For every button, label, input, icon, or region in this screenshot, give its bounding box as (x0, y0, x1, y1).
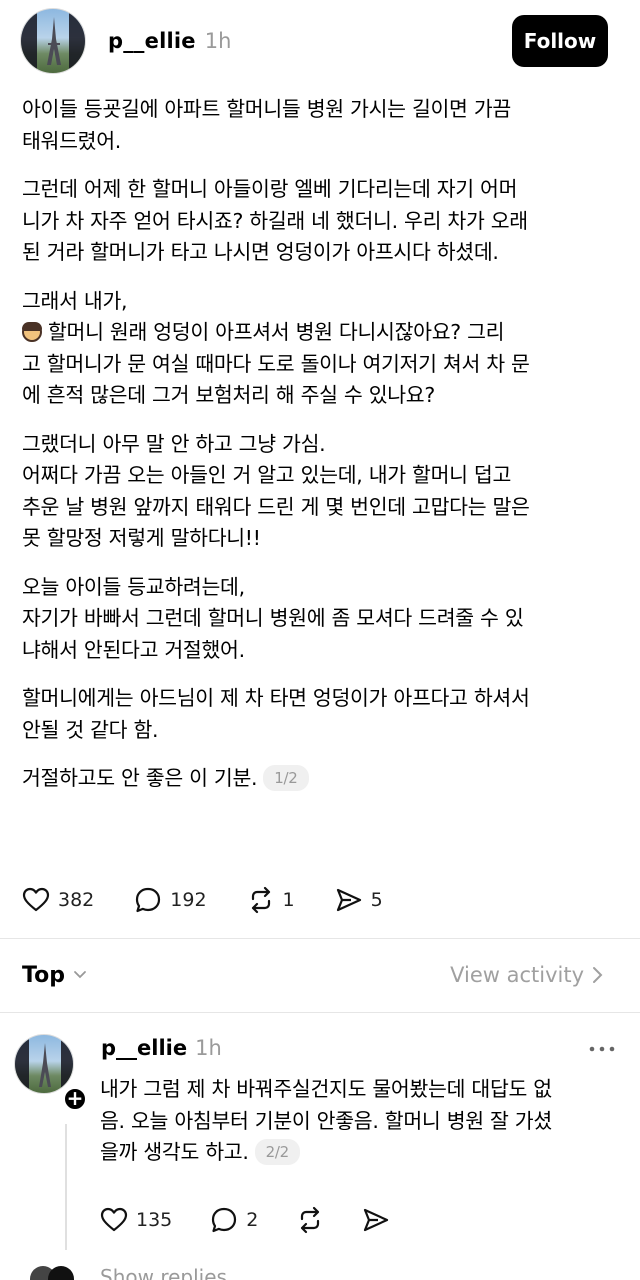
repost-count: 1 (282, 889, 295, 911)
reply-actions: 135 2 (100, 1200, 428, 1240)
post-line: 안될 것 같다 함. (22, 717, 159, 742)
post-actions: 382 192 1 5 (22, 880, 423, 920)
reply-line-last: 을까 생각도 하고. 2/2 (100, 1137, 620, 1169)
repost-button[interactable]: 1 (247, 886, 295, 914)
post-line: 에 흔적 많은데 그거 보험처리 해 주실 수 있나요? (22, 383, 435, 407)
thread-page: p__ellie 1h Follow 아이들 등굣길에 아파트 할머니들 병원 … (0, 0, 640, 1280)
reply-avatars (14, 1262, 74, 1280)
post-line: 못 할망정 저렇게 말하다니!! (22, 526, 261, 550)
post-username[interactable]: p__ellie (108, 29, 196, 53)
post-line-with-emoji: 할머니 원래 엉덩이 아프셔서 병원 다니시잖아요? 그리 (22, 317, 597, 349)
post-line: 그랬더니 아무 말 안 하고 그냥 가심. (22, 431, 326, 456)
chevron-down-icon[interactable] (73, 968, 87, 982)
post-line: 니가 차 자주 얻어 타시죠? 하길래 네 했더니. 우리 차가 오래 (22, 208, 528, 233)
follow-plus-icon[interactable]: + (62, 1086, 88, 1112)
post-line: 오늘 아이들 등교하려는데, (22, 574, 245, 599)
reply-body: 내가 그럼 제 차 바꿔주실건지도 물어봤는데 대답도 없 음. 오늘 아침부터… (100, 1074, 620, 1169)
reply-avatar[interactable] (14, 1034, 74, 1094)
repost-icon (251, 886, 270, 914)
comment-bubble-icon (212, 1207, 237, 1233)
post-line: 추운 날 병원 앞까지 태워다 드린 게 몇 번인데 고맙다는 말은 (22, 494, 530, 519)
reply-comment-button[interactable]: 2 (210, 1206, 258, 1234)
repost-icon (301, 1206, 320, 1234)
heart-icon (22, 887, 50, 912)
share-button[interactable]: 5 (335, 886, 383, 914)
like-count: 382 (58, 889, 95, 911)
post-paragraph: 그래서 내가, 할머니 원래 엉덩이 아프셔서 병원 다니시잖아요? 그리 고 … (22, 286, 597, 412)
post-line: 냐해서 안된다고 거절했어. (22, 637, 245, 662)
show-replies-link[interactable]: Show replies (100, 1265, 227, 1280)
follow-button[interactable]: Follow (512, 15, 608, 67)
post-line: 어쩌다 가끔 오는 아들인 거 알고 있는데, 내가 할머니 덥고 (22, 463, 512, 487)
like-button[interactable]: 382 (22, 886, 94, 914)
reply-repost-button[interactable] (296, 1206, 324, 1234)
eiffel-tower-image (47, 17, 61, 65)
reply-time: 1h (195, 1036, 222, 1060)
view-activity-link[interactable]: View activity (450, 963, 604, 987)
post-line: 할머니 원래 엉덩이 아프셔서 병원 다니시잖아요? 그리 (48, 320, 505, 344)
post-paragraph: 오늘 아이들 등교하려는데, 자기가 바빠서 그런데 할머니 병원에 좀 모셔다… (22, 572, 597, 667)
divider (0, 1012, 640, 1013)
comment-button[interactable]: 192 (134, 886, 207, 914)
reply-line: 내가 그럼 제 차 바꿔주실건지도 물어봤는데 대답도 없 (100, 1077, 552, 1101)
mini-avatar (48, 1266, 74, 1280)
post-line: 된 거라 할머니가 타고 나시면 엉덩이가 아프시다 하셨데. (22, 240, 499, 264)
post-line: 거절하고도 안 좋은 이 기분. (22, 766, 258, 790)
post-body: 아이들 등굣길에 아파트 할머니들 병원 가시는 길이면 가끔 태워드렸어. 그… (22, 94, 597, 812)
reply-username[interactable]: p__ellie (101, 1036, 187, 1060)
reply-header: p__ellie 1h (101, 1036, 222, 1060)
reply-like-button[interactable]: 135 (100, 1206, 172, 1234)
page-badge: 2/2 (254, 1139, 300, 1165)
send-icon (364, 1208, 389, 1232)
sort-dropdown[interactable]: Top (22, 963, 65, 988)
heart-icon (100, 1207, 128, 1232)
post-paragraph: 그런데 어제 한 할머니 아들이랑 엘베 기다리는데 자기 어머 니가 차 자주… (22, 174, 597, 269)
sort-bar: Top View activity (22, 954, 604, 996)
more-dots-icon[interactable] (588, 1044, 616, 1054)
post-line-last: 거절하고도 안 좋은 이 기분. 1/2 (22, 763, 597, 795)
post-line: 그래서 내가, (22, 288, 128, 313)
reply-line: 을까 생각도 하고. (100, 1140, 249, 1164)
reply-comment-count: 2 (246, 1209, 259, 1231)
post-line: 고 할머니가 문 여실 때마다 도로 돌이나 여기저기 쳐서 차 문 (22, 351, 530, 376)
comment-count: 192 (170, 889, 207, 911)
post-line: 그런데 어제 한 할머니 아들이랑 엘베 기다리는데 자기 어머 (22, 177, 518, 201)
chevron-right-icon (593, 967, 603, 983)
post-line: 태워드렸어. (22, 128, 122, 153)
post-line: 할머니에게는 아드님이 제 차 타면 엉덩이가 아프다고 하셔서 (22, 686, 530, 710)
post-paragraph: 할머니에게는 아드님이 제 차 타면 엉덩이가 아프다고 하셔서 안될 것 같다… (22, 683, 597, 746)
post-time: 1h (204, 29, 232, 53)
avatar[interactable] (20, 8, 86, 74)
page-badge: 1/2 (263, 765, 309, 791)
eiffel-tower-image (15, 1035, 73, 1093)
woman-emoji-icon (22, 322, 42, 342)
post-header: p__ellie 1h Follow (20, 8, 608, 74)
reply-line: 음. 오늘 아침부터 기분이 안좋음. 할머니 병원 잘 가셨 (100, 1108, 552, 1133)
post-line: 아이들 등굣길에 아파트 할머니들 병원 가시는 길이면 가끔 (22, 97, 511, 121)
post-line: 자기가 바빠서 그런데 할머니 병원에 좀 모셔다 드려줄 수 있 (22, 606, 524, 630)
show-replies-row[interactable]: Show replies (14, 1262, 227, 1280)
send-icon (336, 888, 361, 912)
reply-like-count: 135 (136, 1209, 173, 1231)
reply-share-button[interactable] (362, 1206, 390, 1234)
share-count: 5 (370, 889, 383, 911)
post-paragraph: 거절하고도 안 좋은 이 기분. 1/2 (22, 763, 597, 795)
thread-line (65, 1124, 67, 1250)
post-paragraph: 아이들 등굣길에 아파트 할머니들 병원 가시는 길이면 가끔 태워드렸어. (22, 94, 597, 157)
post-paragraph: 그랬더니 아무 말 안 하고 그냥 가심. 어쩌다 가끔 오는 아들인 거 알고… (22, 429, 597, 555)
comment-bubble-icon (136, 887, 161, 913)
view-activity-label: View activity (450, 963, 584, 987)
divider (0, 938, 640, 939)
